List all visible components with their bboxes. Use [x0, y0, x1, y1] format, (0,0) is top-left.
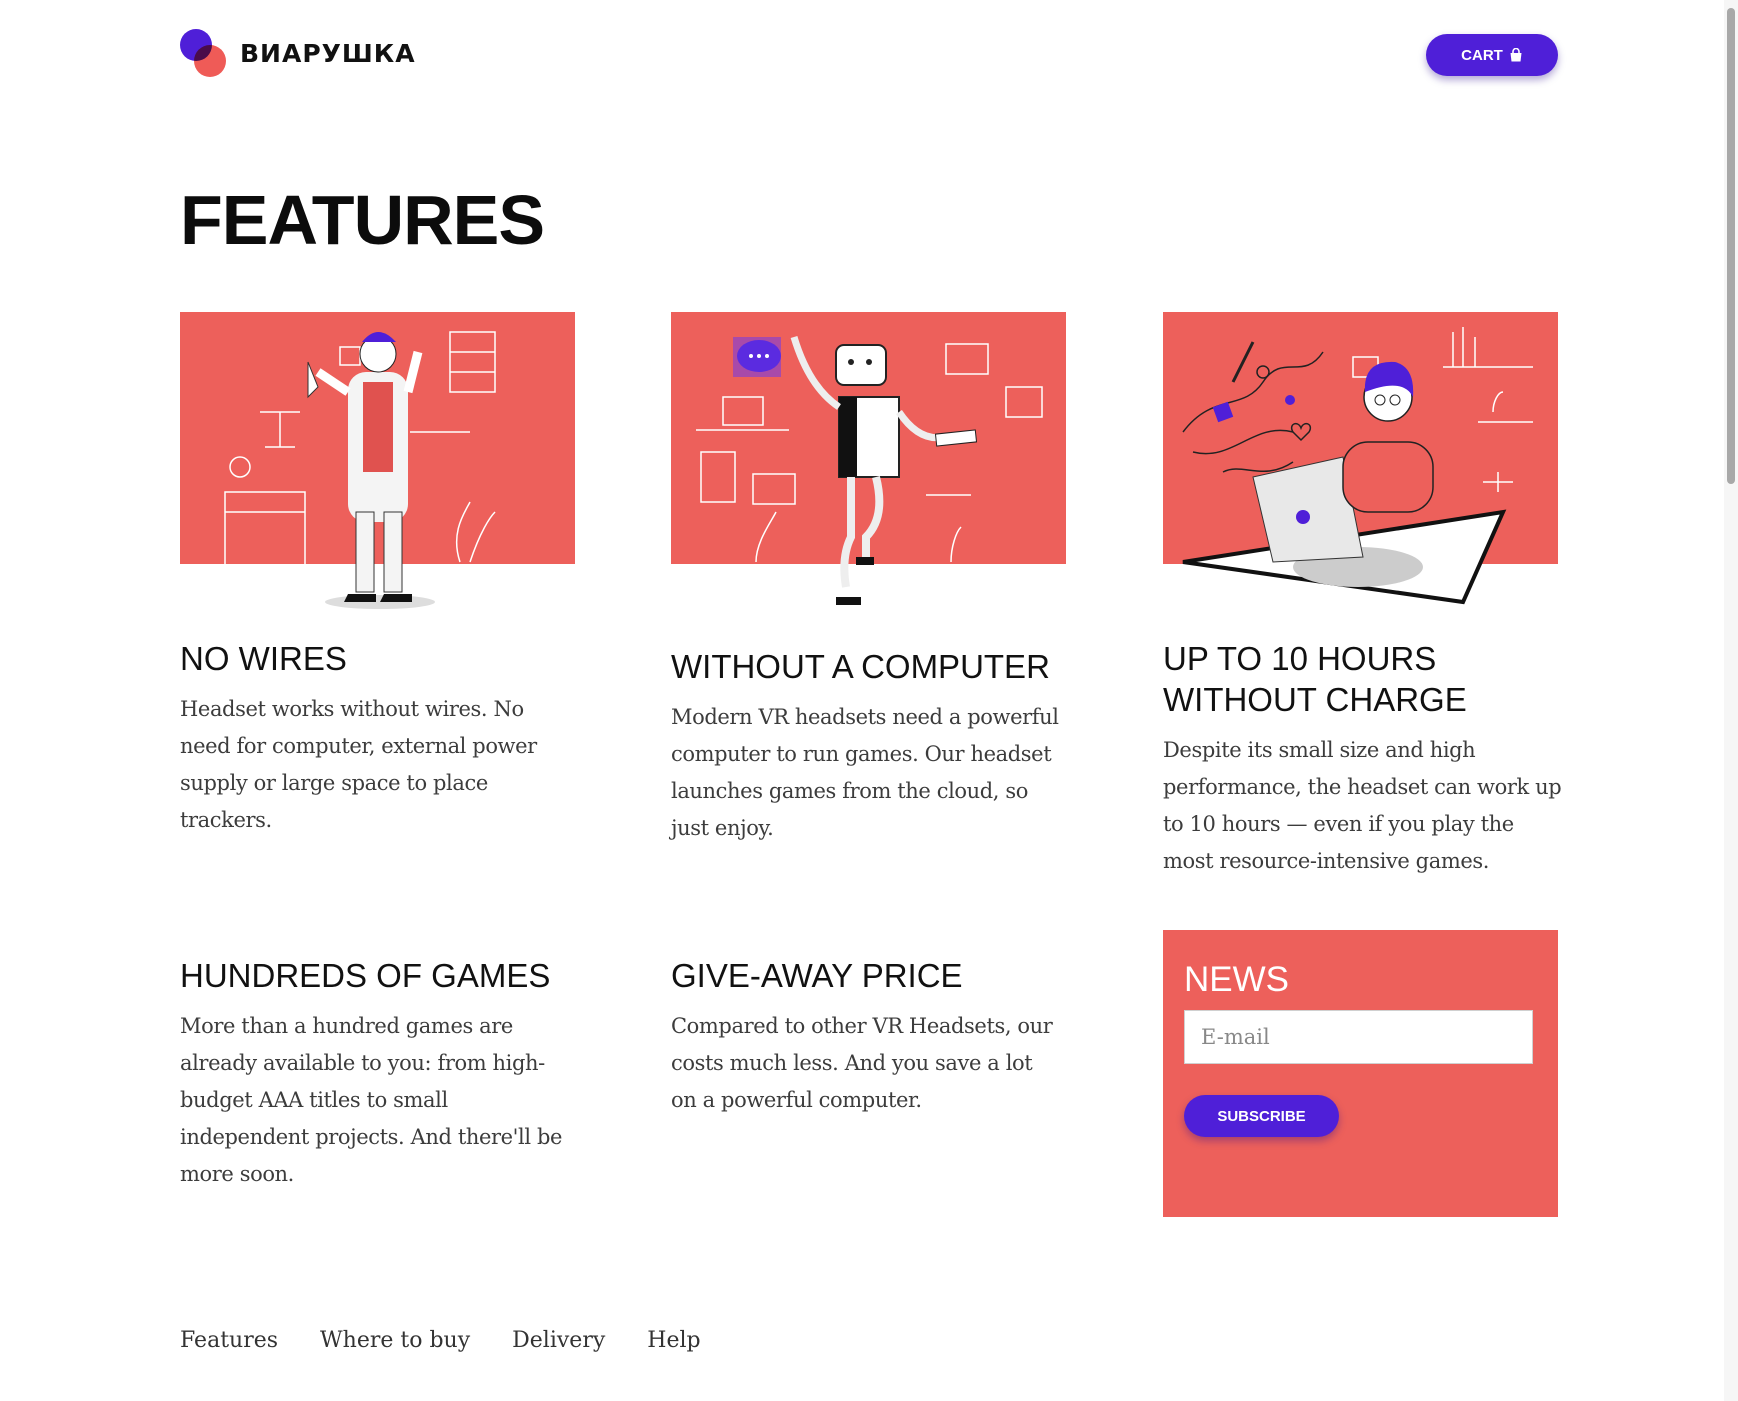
scientist-illustration — [180, 312, 575, 612]
feature-text: Modern VR headsets need a powerful compu… — [671, 705, 1059, 840]
footer-link-features[interactable]: Features — [180, 1328, 278, 1353]
footer-link-help[interactable]: Help — [647, 1328, 700, 1353]
feature-text: More than a hundred games are already av… — [180, 1014, 563, 1186]
logo[interactable]: ВИАРУШКА — [180, 28, 416, 78]
feature-card: HUNDREDS OF GAMES More than a hundred ga… — [180, 955, 580, 1193]
feature-title: WITHOUT A COMPUTER — [671, 648, 1050, 685]
scrollbar[interactable] — [1724, 0, 1738, 1401]
feature-text: Headset works without wires. No need for… — [180, 697, 537, 832]
feature-text: Despite its small size and high performa… — [1163, 738, 1562, 873]
subscribe-button[interactable]: SUBSCRIBE — [1184, 1095, 1339, 1137]
logo-text: ВИАРУШКА — [240, 38, 416, 68]
scrollbar-thumb[interactable] — [1727, 8, 1735, 484]
feature-text: Compared to other VR Headsets, our costs… — [671, 1014, 1053, 1112]
feature-card: GIVE-AWAY PRICE Compared to other VR Hea… — [671, 955, 1071, 1119]
news-title: NEWS — [1184, 960, 1289, 999]
cart-label: CART — [1461, 46, 1503, 64]
shopping-bag-icon — [1510, 48, 1522, 62]
feature-title: GIVE-AWAY PRICE — [671, 957, 963, 994]
logo-icon — [180, 29, 228, 77]
footer-nav: Features Where to buy Delivery Help — [180, 1328, 701, 1353]
email-field[interactable] — [1184, 1010, 1533, 1064]
footer-link-delivery[interactable]: Delivery — [512, 1328, 605, 1353]
cart-button[interactable]: CART — [1426, 34, 1558, 76]
feature-title: HUNDREDS OF GAMES — [180, 957, 551, 994]
site-header: ВИАРУШКА CART — [0, 0, 1738, 120]
news-subscribe-panel: NEWS SUBSCRIBE — [1163, 930, 1558, 1217]
page-title: FEATURES — [180, 181, 545, 259]
robot-illustration — [671, 312, 1066, 612]
laptop-user-illustration — [1163, 312, 1558, 612]
feature-title: NO WIRES — [180, 640, 347, 677]
feature-title: UP TO 10 HOURS WITHOUT CHARGE — [1163, 640, 1467, 718]
footer-link-where-to-buy[interactable]: Where to buy — [320, 1328, 470, 1353]
